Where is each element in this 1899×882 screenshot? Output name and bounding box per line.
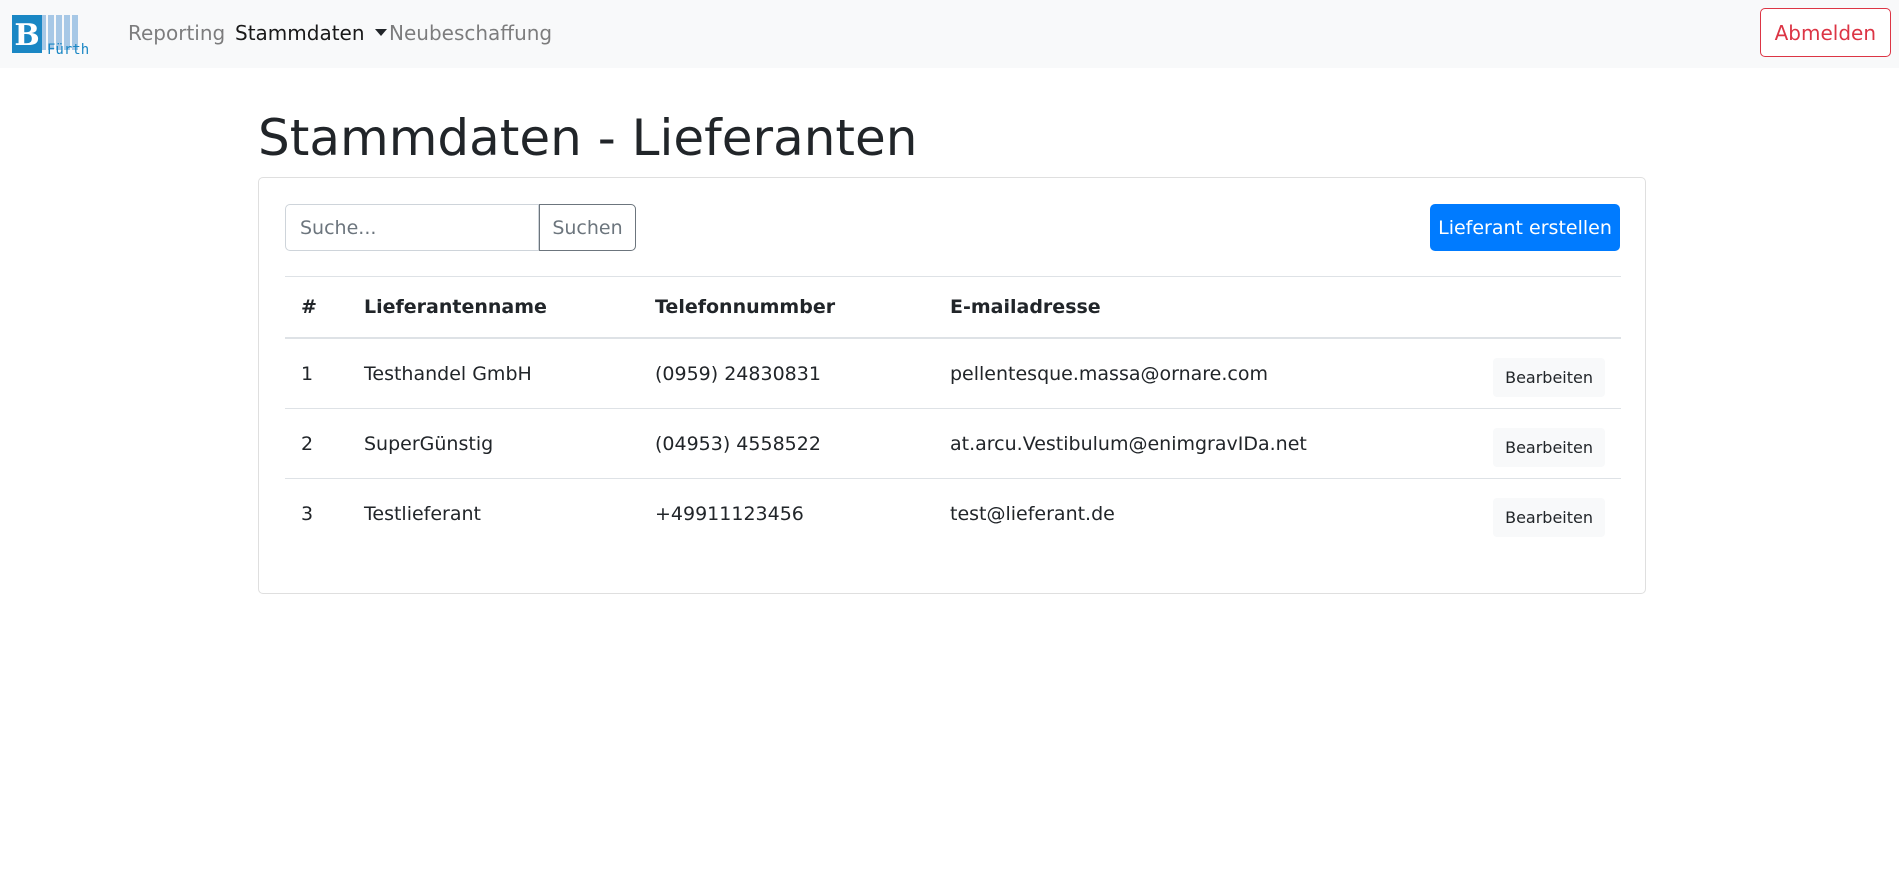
cell-name: Testlieferant: [364, 502, 481, 525]
logo-letter: B: [14, 18, 39, 53]
column-header-name: Lieferantenname: [348, 276, 639, 339]
cell-number: 1: [285, 338, 348, 409]
page-title: Stammdaten - Lieferanten: [258, 109, 918, 167]
cell-email: at.arcu.Vestibulum@enimgravIDa.net: [934, 408, 1478, 479]
column-header-phone: Telefonnummber: [639, 276, 934, 339]
table-header-row: # Lieferantenname Telefonnummber E-maila…: [285, 276, 1621, 339]
logo-text: Fürth: [47, 42, 89, 55]
edit-button[interactable]: Bearbeiten: [1493, 358, 1605, 397]
table-row: 3 Testlieferant +49911123456 test@liefer…: [285, 479, 1621, 549]
search-input[interactable]: [285, 204, 539, 251]
cell-name: Testhandel GmbH: [348, 338, 639, 409]
cell-action: Bearbeiten: [1477, 338, 1621, 409]
edit-button[interactable]: Bearbeiten: [1493, 428, 1605, 467]
nav-link-stammdaten-label: Stammdaten: [235, 21, 365, 45]
top-navbar: B Fürth Reporting Stammdaten Neubeschaff…: [0, 0, 1899, 68]
cell-number: 3: [301, 502, 314, 525]
suppliers-card: Suchen Lieferant erstellen # Lieferanten…: [258, 177, 1646, 594]
table-row: 2 SuperGünstig (04953) 4558522 at.arcu.V…: [285, 408, 1621, 479]
cell-phone: (0959) 24830831: [639, 338, 934, 409]
cell-name: SuperGünstig: [348, 408, 639, 479]
search-button[interactable]: Suchen: [539, 204, 636, 251]
nav-link-neubeschaffung[interactable]: Neubeschaffung: [389, 21, 552, 45]
cell-email: pellentesque.massa@ornare.com: [934, 338, 1478, 409]
caret-down-icon: [374, 29, 387, 36]
nav-link-stammdaten[interactable]: Stammdaten: [235, 21, 387, 45]
create-supplier-button[interactable]: Lieferant erstellen: [1430, 204, 1620, 251]
column-header-number: #: [285, 276, 348, 339]
nav-link-reporting[interactable]: Reporting: [128, 21, 225, 45]
table-row: 1 Testhandel GmbH (0959) 24830831 pellen…: [285, 338, 1621, 409]
column-header-email: E-mailadresse: [934, 276, 1478, 339]
cell-email: test@lieferant.de: [950, 502, 1115, 525]
bfuerth-logo[interactable]: B Fürth: [12, 15, 100, 58]
cell-action: Bearbeiten: [1477, 408, 1621, 479]
cell-phone: (04953) 4558522: [639, 408, 934, 479]
cell-action: Bearbeiten: [1477, 479, 1621, 549]
edit-button[interactable]: Bearbeiten: [1493, 498, 1605, 537]
column-header-actions: [1477, 276, 1621, 339]
suppliers-table: # Lieferantenname Telefonnummber E-maila…: [285, 276, 1621, 548]
logout-button[interactable]: Abmelden: [1759, 8, 1891, 57]
cell-phone: +49911123456: [655, 502, 804, 525]
cell-number: 2: [285, 408, 348, 479]
